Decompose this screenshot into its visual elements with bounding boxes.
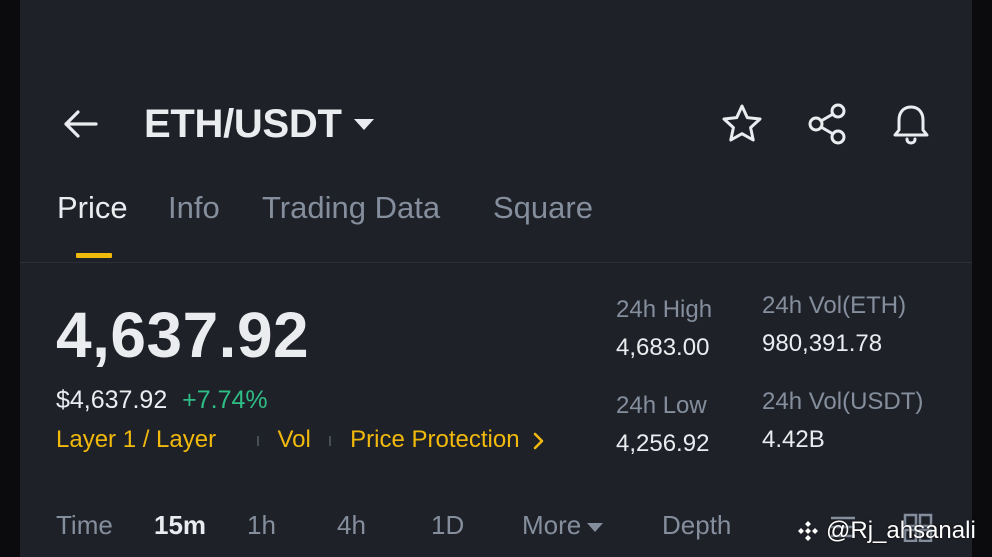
bell-icon[interactable] xyxy=(889,102,933,146)
stat-24h-vol-eth: 24h Vol(ETH) 980,391.78 xyxy=(762,292,906,358)
tab-bar: Price Info Trading Data Square xyxy=(20,190,972,263)
caret-down-icon xyxy=(353,118,374,130)
interval-more[interactable]: More xyxy=(522,510,604,541)
stat-label: 24h High xyxy=(616,296,713,323)
tab-price[interactable]: Price xyxy=(57,190,128,226)
stat-value: 4,683.00 xyxy=(616,334,710,361)
stat-value: 980,391.78 xyxy=(762,330,883,357)
stat-label: 24h Vol(ETH) xyxy=(762,292,907,319)
interval-more-label: More xyxy=(522,510,582,540)
usd-price: $4,637.92 xyxy=(56,386,168,414)
stat-label: 24h Low xyxy=(616,392,707,419)
vol-tag[interactable]: Vol xyxy=(277,426,310,453)
price-change-percent: +7.74% xyxy=(182,386,268,414)
stat-24h-low: 24h Low 4,256.92 xyxy=(616,392,709,458)
stat-24h-vol-usdt: 24h Vol(USDT) 4.42B xyxy=(762,388,923,454)
stat-24h-high: 24h High 4,683.00 xyxy=(616,296,712,362)
category-tag[interactable]: Layer 1 / Layer xyxy=(56,426,216,453)
tab-square[interactable]: Square xyxy=(493,190,593,226)
price-protection-link[interactable]: Price Protection xyxy=(350,426,546,453)
tab-info[interactable]: Info xyxy=(168,190,220,226)
interval-time[interactable]: Time xyxy=(56,510,113,541)
tag-divider xyxy=(329,435,332,446)
watermark-text: @Rj_ahsanali xyxy=(826,517,976,544)
tag-divider xyxy=(256,435,259,446)
pair-title: ETH/USDT xyxy=(144,101,342,146)
stat-value: 4.42B xyxy=(762,426,825,453)
interval-1d[interactable]: 1D xyxy=(431,510,464,541)
binance-logo-icon xyxy=(798,521,818,541)
last-price: 4,637.92 xyxy=(56,299,310,371)
tag-row: Layer 1 / Layer Vol Price Protection xyxy=(56,426,546,454)
back-arrow-icon[interactable] xyxy=(60,106,100,142)
stat-value: 4,256.92 xyxy=(616,430,710,457)
depth-tab[interactable]: Depth xyxy=(662,510,731,541)
share-icon[interactable] xyxy=(805,102,849,146)
chevron-right-icon xyxy=(533,432,544,449)
watermark: @Rj_ahsanali xyxy=(796,517,976,545)
header: ETH/USDT xyxy=(20,92,972,158)
interval-15m[interactable]: 15m xyxy=(154,510,206,541)
tab-trading-data[interactable]: Trading Data xyxy=(262,190,440,226)
active-tab-indicator xyxy=(76,253,112,258)
star-icon[interactable] xyxy=(720,102,764,146)
interval-4h[interactable]: 4h xyxy=(337,510,366,541)
app-frame: ETH/USDT Price Info Trading Data Square … xyxy=(20,0,976,557)
price-usd-row: $4,637.92 +7.74% xyxy=(56,386,268,415)
pair-selector[interactable]: ETH/USDT xyxy=(144,100,374,148)
interval-1h[interactable]: 1h xyxy=(247,510,276,541)
stat-label: 24h Vol(USDT) xyxy=(762,388,924,415)
caret-down-icon xyxy=(587,522,604,532)
price-protection-label: Price Protection xyxy=(350,426,520,453)
